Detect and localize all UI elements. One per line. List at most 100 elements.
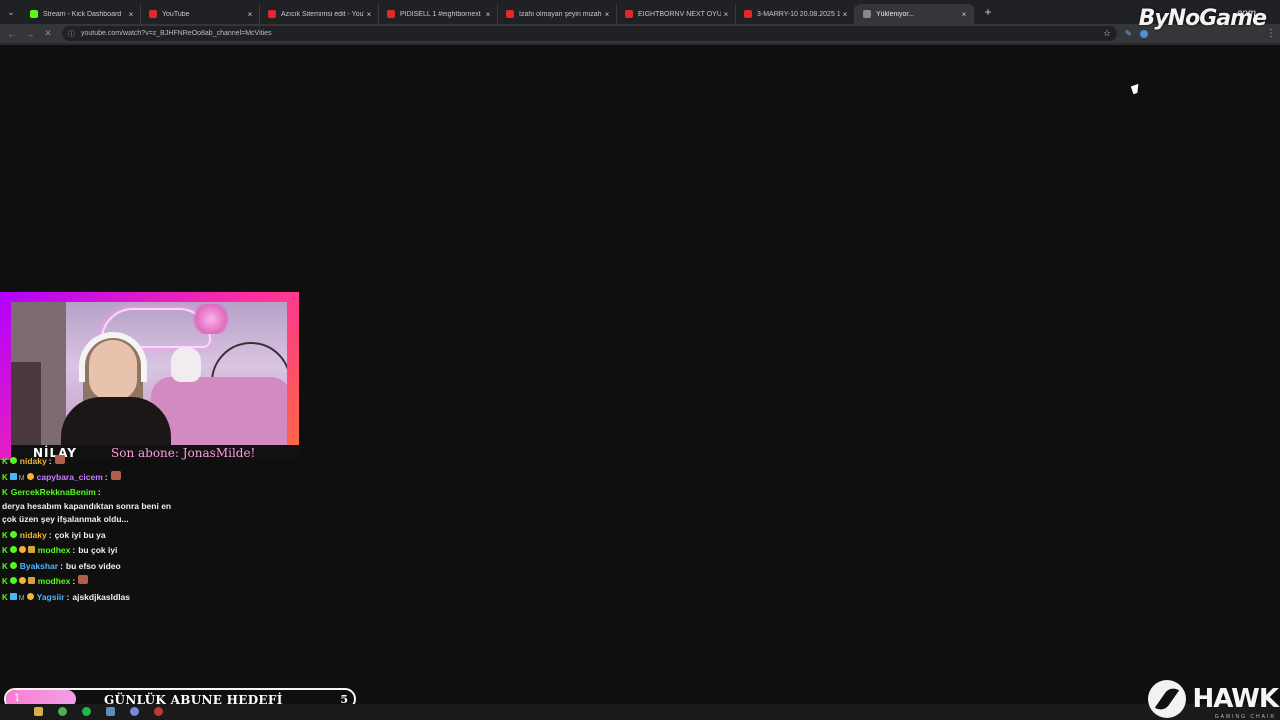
chat-badge-gold-icon	[18, 577, 26, 585]
bynogame-logo-suffix: .com	[1234, 8, 1256, 19]
chat-badge-kick-icon: K	[2, 472, 8, 482]
browser-tab[interactable]: EIGHTBORNV NEXT OYUNCULA×	[617, 4, 736, 24]
tab-favicon-icon	[387, 10, 395, 18]
chat-separator: :	[72, 545, 76, 556]
reload-icon[interactable]: ✕	[42, 28, 54, 40]
taskbar-steam-icon[interactable]	[106, 707, 115, 716]
chat-badge-gold-icon	[26, 593, 34, 601]
chat-badge-blue-icon	[9, 593, 17, 601]
chat-badge-gold-icon	[18, 546, 26, 554]
taskbar-spotify-icon[interactable]	[82, 707, 91, 716]
tab-close-icon[interactable]: ×	[959, 10, 969, 19]
browser-tab[interactable]: Stream - Kick Dashboard ×	[22, 4, 141, 24]
browser-toolbar: ← → ✕ ⓘ youtube.com/watch?v=z_BJHFNReOo8…	[0, 24, 1280, 43]
chat-badge-kick-icon: K	[2, 546, 8, 556]
browser-tabstrip: ⌄ Stream - Kick Dashboard × YouTube × Azıcık…	[0, 0, 1280, 24]
browser-tab[interactable]: 3-MARRY-10 20.08.2025 10-51×	[736, 4, 855, 24]
hawk-feather-icon	[1148, 680, 1187, 718]
chat-message: Knidaky:	[2, 454, 182, 470]
tab-close-icon[interactable]: ×	[602, 10, 612, 19]
tab-favicon-icon	[30, 10, 38, 18]
taskbar-discord-icon[interactable]	[130, 707, 139, 716]
chat-message: Knidaky: çok iyi bu ya	[2, 528, 182, 544]
chat-username[interactable]: modhex	[38, 574, 71, 590]
tab-favicon-icon	[744, 10, 752, 18]
bed	[151, 377, 287, 445]
tab-close-icon[interactable]: ×	[126, 10, 136, 19]
chat-badge-kick-icon: K	[2, 530, 8, 540]
browser-tab[interactable]: YouTube ×	[141, 4, 260, 24]
tab-title: PİDİSELL 1 #eightbornext - Yo	[400, 10, 483, 18]
tab-close-icon[interactable]: ×	[721, 10, 731, 19]
chat-username[interactable]: capybara_cicem	[37, 470, 103, 486]
chat-separator: :	[104, 471, 108, 482]
tab-title: YouTube	[162, 10, 190, 18]
chat-separator: :	[48, 456, 52, 466]
webcam-video	[11, 302, 287, 445]
chat-badge-kick-icon: K	[2, 488, 8, 498]
chat-text: bu efso video	[65, 560, 121, 571]
chat-badge-green-icon	[9, 530, 17, 538]
taskbar-chrome-icon[interactable]	[58, 707, 67, 716]
tab-favicon-icon	[625, 10, 633, 18]
chat-username[interactable]: Yagsiir	[37, 590, 65, 606]
chat-badge-box-icon	[27, 546, 35, 554]
chat-emote-icon	[54, 455, 65, 464]
hawk-logo-text: HAWK	[1192, 684, 1279, 714]
tab-search-chevron-icon[interactable]: ⌄	[0, 0, 22, 24]
bookmark-star-icon[interactable]: ☆	[1103, 28, 1111, 39]
tab-close-icon[interactable]: ×	[483, 10, 493, 19]
chat-message: Kmodhex:	[2, 574, 182, 590]
browser-menu-icon[interactable]: ⋮	[1266, 28, 1276, 39]
mouse-cursor-icon	[1130, 83, 1142, 95]
chat-separator: :	[72, 576, 76, 587]
new-tab-button[interactable]: +	[978, 2, 998, 22]
chat-username[interactable]: GercekRekknaBenim	[11, 486, 96, 500]
chat-message: K M Yagsiir: ajskdjkasldlas	[2, 590, 182, 606]
pink-lamp	[191, 304, 231, 334]
streamer-body	[61, 397, 171, 445]
back-arrow-icon[interactable]: ←	[6, 28, 18, 40]
chat-overlay: Knidaky: K Mcapybara_cicem: K GercekRekknaBe…	[2, 454, 182, 606]
chat-message: Kmodhex: bu çok iyi	[2, 543, 182, 559]
extension-pen-icon[interactable]: ✎	[1125, 29, 1132, 38]
chat-badge-kick-icon: K	[2, 577, 8, 587]
chat-badge-green-icon	[9, 457, 17, 464]
taskbar	[0, 704, 1280, 720]
tab-favicon-icon	[863, 10, 871, 18]
browser-tab[interactable]: Azıcık Sitemimsi edit - YouTube×	[260, 4, 379, 24]
browser-tab[interactable]: Yükleniyor... ×	[855, 4, 974, 24]
chat-text: bu çok iyi	[78, 545, 118, 556]
tab-title: Yükleniyor...	[876, 10, 915, 18]
tab-close-icon[interactable]: ×	[245, 10, 255, 19]
tab-favicon-icon	[268, 10, 276, 18]
chat-username[interactable]: nidaky	[20, 528, 47, 544]
tab-title: Stream - Kick Dashboard	[43, 10, 122, 18]
chat-badge-gold-icon	[26, 472, 34, 480]
address-bar[interactable]: ⓘ youtube.com/watch?v=z_BJHFNReOo8ab_cha…	[62, 26, 1117, 41]
hawk-logo-subtext: GAMING CHAIR	[1214, 714, 1276, 720]
tab-close-icon[interactable]: ×	[840, 10, 850, 19]
chat-badge-m-icon: M	[18, 595, 25, 603]
chat-username[interactable]: modhex	[38, 543, 71, 559]
chat-message: K Byakshar: bu efso video	[2, 559, 182, 575]
tab-favicon-icon	[506, 10, 514, 18]
tab-list: Stream - Kick Dashboard × YouTube × Azıcık S…	[22, 0, 974, 24]
browser-tab[interactable]: PİDİSELL 1 #eightbornext - Yo×	[379, 4, 498, 24]
forward-arrow-icon[interactable]: →	[24, 28, 36, 40]
taskbar-explorer-icon[interactable]	[34, 707, 43, 716]
chat-badge-green-icon	[9, 577, 17, 585]
chat-username[interactable]: Byakshar	[20, 559, 58, 575]
chat-text: çok iyi bu ya	[54, 529, 106, 540]
chat-badge-green-icon	[9, 546, 17, 554]
browser-tab[interactable]: İzahı olmayan şeyin mizahı olu×	[498, 4, 617, 24]
chat-badge-kick-icon: K	[2, 561, 8, 571]
tab-title: 3-MARRY-10 20.08.2025 10-51	[757, 10, 840, 18]
webcam-frame: NİLAY Son abone: JonasMilde!	[0, 292, 299, 460]
taskbar-obs-icon[interactable]	[154, 707, 163, 716]
chat-username[interactable]: nidaky	[20, 454, 47, 470]
chat-separator: :	[48, 529, 52, 540]
tab-close-icon[interactable]: ×	[364, 10, 374, 19]
site-info-icon[interactable]: ⓘ	[68, 29, 75, 39]
page-load-divider	[0, 43, 1280, 45]
